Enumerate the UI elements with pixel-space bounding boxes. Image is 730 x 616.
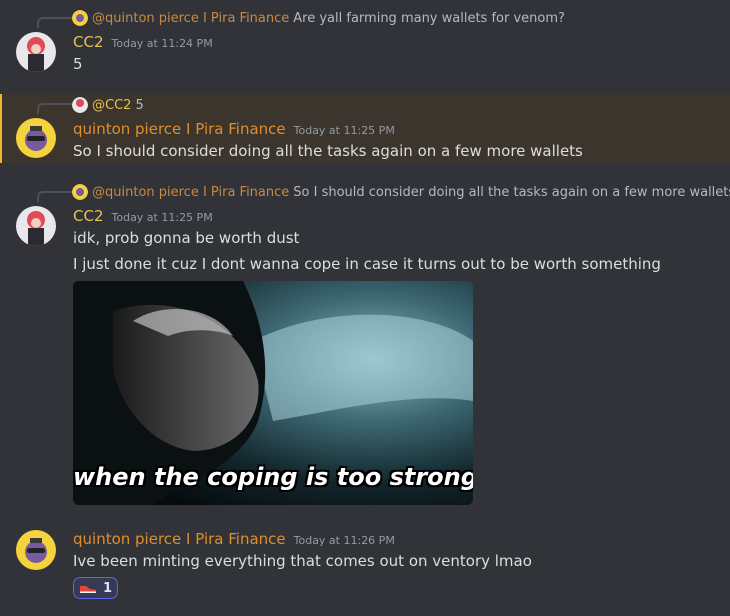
username[interactable]: quinton pierce I Pira Finance	[73, 120, 286, 138]
message-header: CC2 Today at 11:25 PM	[73, 207, 213, 225]
message-text: So I should consider doing all the tasks…	[73, 142, 583, 160]
reply-preview[interactable]: @CC2 5	[72, 95, 144, 115]
timestamp: Today at 11:24 PM	[111, 37, 213, 50]
reply-author[interactable]: @CC2	[92, 98, 131, 113]
reply-avatar-icon	[72, 97, 88, 113]
message-mention: @CC2 5 quinton pierce I Pira Finance Tod…	[0, 94, 730, 163]
reply-author[interactable]: @quinton pierce I Pira Finance	[92, 185, 289, 200]
reply-spine	[37, 103, 72, 114]
gif-caption: when the coping is too strong	[73, 463, 473, 491]
reaction-count: 1	[102, 580, 113, 596]
reply-spine	[37, 191, 72, 202]
timestamp: Today at 11:25 PM	[111, 211, 213, 224]
gif-attachment[interactable]: when the coping is too strong	[73, 281, 473, 505]
reaction-button[interactable]: 1	[73, 577, 118, 599]
avatar[interactable]	[16, 32, 56, 72]
message-header: quinton pierce I Pira Finance Today at 1…	[73, 120, 395, 138]
message: @quinton pierce I Pira Finance Are yall …	[0, 0, 730, 82]
shoe-icon	[79, 579, 97, 598]
message-header: CC2 Today at 11:24 PM	[73, 33, 213, 51]
message-text: I just done it cuz I dont wanna cope in …	[73, 255, 661, 273]
reply-preview[interactable]: @quinton pierce I Pira Finance So I shou…	[72, 182, 730, 202]
avatar[interactable]	[16, 530, 56, 570]
avatar[interactable]	[16, 118, 56, 158]
reply-author[interactable]: @quinton pierce I Pira Finance	[92, 11, 289, 26]
reply-text: 5	[135, 97, 144, 113]
reply-avatar-icon	[72, 10, 88, 26]
message-text: Ive been minting everything that comes o…	[73, 552, 532, 570]
reply-preview[interactable]: @quinton pierce I Pira Finance Are yall …	[72, 8, 565, 28]
message: quinton pierce I Pira Finance Today at 1…	[0, 520, 730, 616]
avatar[interactable]	[16, 206, 56, 246]
username[interactable]: quinton pierce I Pira Finance	[73, 530, 286, 548]
reply-spine	[37, 17, 72, 28]
reply-text: Are yall farming many wallets for venom?	[293, 10, 565, 26]
reply-text: So I should consider doing all the tasks…	[293, 184, 730, 200]
username[interactable]: CC2	[73, 207, 104, 225]
message-text: 5	[73, 55, 83, 73]
username[interactable]: CC2	[73, 33, 104, 51]
message-text: idk, prob gonna be worth dust	[73, 229, 300, 247]
timestamp: Today at 11:25 PM	[293, 124, 395, 137]
message-header: quinton pierce I Pira Finance Today at 1…	[73, 530, 395, 548]
timestamp: Today at 11:26 PM	[293, 534, 395, 547]
reply-avatar-icon	[72, 184, 88, 200]
